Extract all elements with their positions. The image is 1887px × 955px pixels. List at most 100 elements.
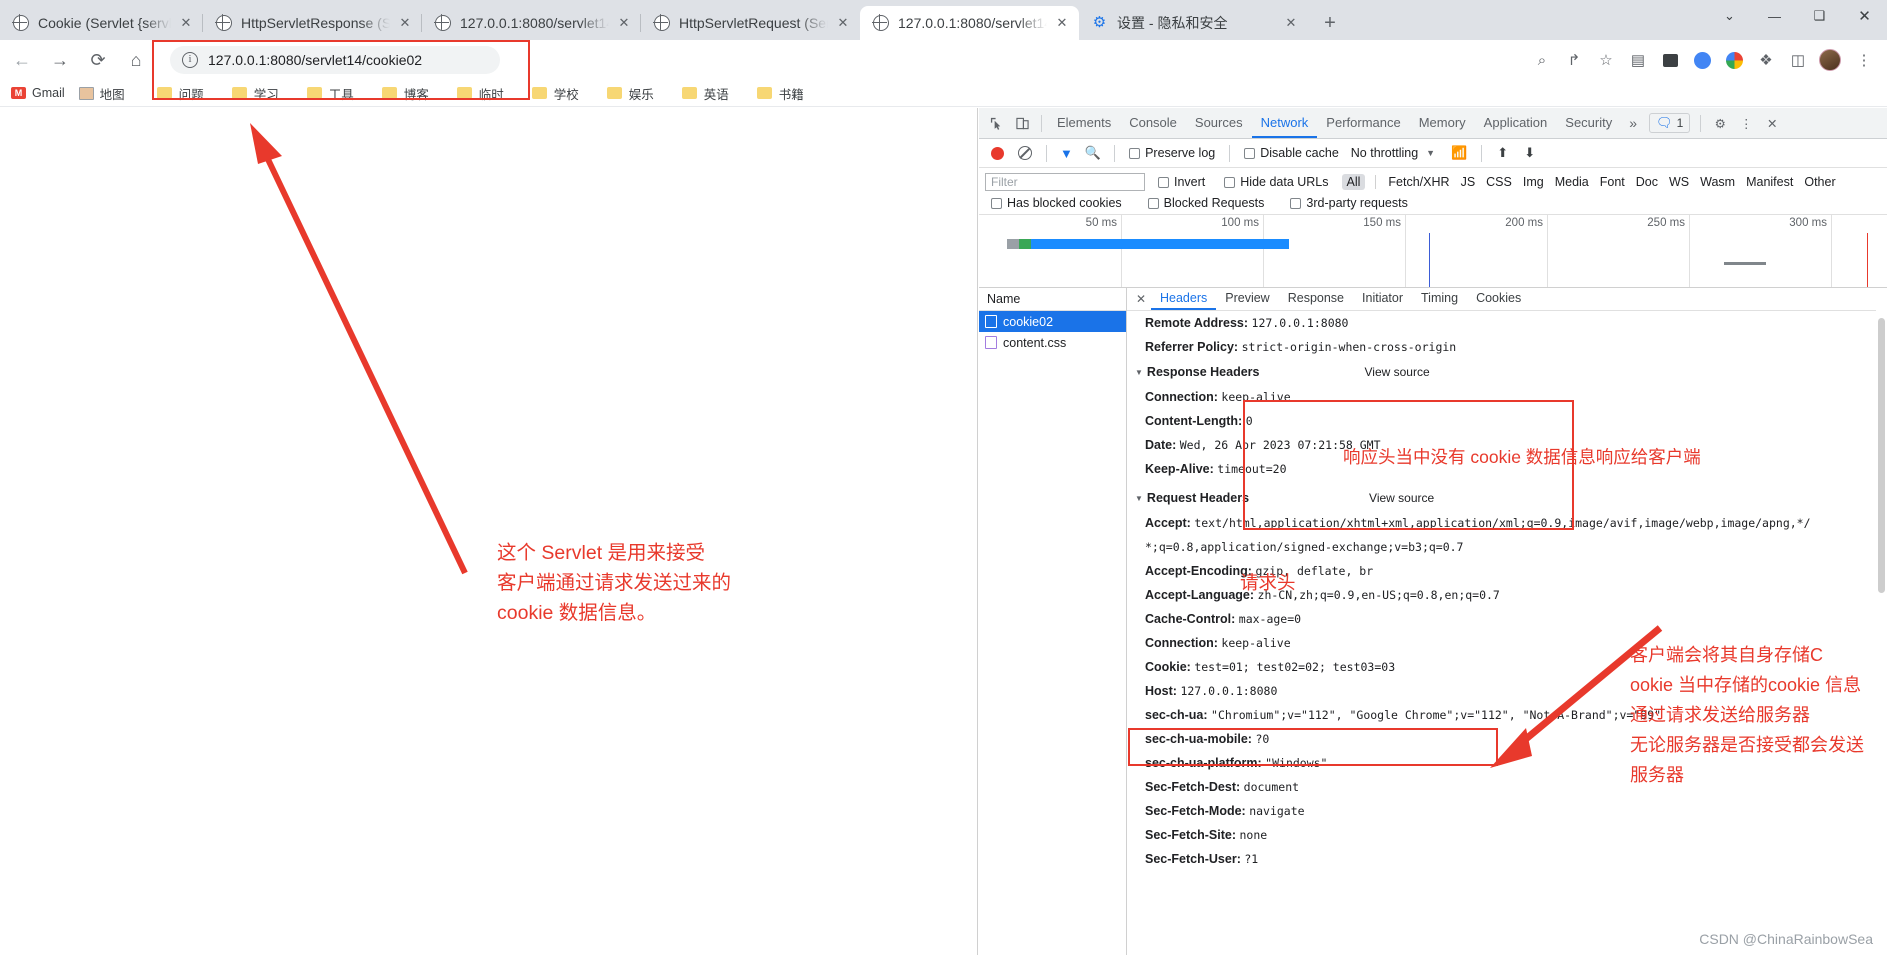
request-row-cookie02[interactable]: cookie02: [979, 311, 1126, 332]
devtools-tab-application[interactable]: Application: [1475, 108, 1557, 138]
browser-tab-0[interactable]: Cookie (Servlet {servlet.sp ✕: [0, 6, 203, 40]
has-blocked-cookies-checkbox[interactable]: Has blocked cookies: [991, 196, 1122, 210]
maximize-button[interactable]: ❑: [1797, 0, 1842, 32]
bookmark-folder-boke[interactable]: 博客: [375, 82, 436, 104]
devtools-tab-memory[interactable]: Memory: [1410, 108, 1475, 138]
filter-type-other[interactable]: Other: [1802, 175, 1837, 189]
clear-network-log-icon[interactable]: [1018, 146, 1032, 160]
tab-close-icon[interactable]: ✕: [396, 14, 414, 32]
response-headers-section-title[interactable]: ▼ Response Headers View source: [1127, 359, 1887, 385]
blocked-requests-checkbox[interactable]: Blocked Requests: [1147, 196, 1264, 210]
address-bar[interactable]: i 127.0.0.1:8080/servlet14/cookie02: [170, 46, 500, 74]
detail-tab-cookies[interactable]: Cookies: [1467, 288, 1530, 310]
share-icon[interactable]: ↱: [1559, 46, 1589, 74]
filter-input[interactable]: Filter: [985, 173, 1145, 191]
bookmark-folder-yule[interactable]: 娱乐: [600, 82, 661, 104]
reading-list-icon[interactable]: ▤: [1623, 46, 1653, 74]
bookmark-folder-linshi[interactable]: 临时: [450, 82, 511, 104]
filter-type-ws[interactable]: WS: [1667, 175, 1691, 189]
bookmark-folder-yingyu[interactable]: 英语: [675, 82, 736, 104]
detail-tab-initiator[interactable]: Initiator: [1353, 288, 1412, 310]
preserve-log-checkbox[interactable]: Preserve log: [1129, 146, 1215, 160]
hide-data-urls-checkbox[interactable]: Hide data URLs: [1224, 175, 1329, 189]
headers-body[interactable]: Remote Address: 127.0.0.1:8080 Referrer …: [1127, 311, 1887, 955]
devtools-tab-security[interactable]: Security: [1556, 108, 1621, 138]
forward-button[interactable]: →: [46, 46, 74, 74]
request-headers-section-title[interactable]: ▼ Request Headers View source: [1127, 481, 1887, 511]
browser-tab-3[interactable]: HttpServletRequest (Serv ✕: [640, 6, 860, 40]
tab-search-icon[interactable]: ⌄: [1707, 0, 1752, 32]
filter-type-manifest[interactable]: Manifest: [1744, 175, 1795, 189]
back-button[interactable]: ←: [8, 46, 36, 74]
network-conditions-icon[interactable]: 📶: [1451, 145, 1467, 161]
bookmark-star-icon[interactable]: ☆: [1591, 46, 1621, 74]
bookmark-maps[interactable]: 地图: [72, 82, 132, 104]
site-info-icon[interactable]: i: [182, 52, 198, 68]
devtools-tab-sources[interactable]: Sources: [1186, 108, 1252, 138]
browser-tab-5[interactable]: ⚙ 设置 - 隐私和安全 ✕: [1079, 6, 1308, 40]
inspect-element-icon[interactable]: [983, 110, 1009, 136]
devtools-settings-icon[interactable]: ⚙: [1707, 110, 1733, 136]
import-har-icon[interactable]: ⬆: [1497, 145, 1508, 161]
throttling-select[interactable]: No throttling: [1351, 146, 1418, 160]
detail-tab-timing[interactable]: Timing: [1412, 288, 1467, 310]
search-icon[interactable]: 🔍: [1085, 145, 1101, 161]
browser-tab-1[interactable]: HttpServletResponse (Ser ✕: [202, 6, 422, 40]
filter-type-media[interactable]: Media: [1553, 175, 1591, 189]
export-har-icon[interactable]: ⬇: [1524, 145, 1535, 161]
blue-extension-icon[interactable]: [1687, 46, 1717, 74]
filter-icon[interactable]: ▼: [1060, 146, 1073, 161]
tab-close-icon[interactable]: ✕: [177, 14, 195, 32]
filter-type-fetch-xhr[interactable]: Fetch/XHR: [1386, 175, 1451, 189]
chevron-down-icon[interactable]: ▼: [1426, 148, 1435, 158]
devtools-kebab-icon[interactable]: ⋮: [1733, 110, 1759, 136]
reload-button[interactable]: ⟳: [84, 46, 112, 74]
headers-scrollbar[interactable]: [1876, 288, 1887, 955]
filter-type-all[interactable]: All: [1341, 174, 1366, 190]
tab-close-icon[interactable]: ✕: [1053, 14, 1071, 32]
bookmark-folder-wenti[interactable]: 问题: [150, 82, 211, 104]
home-button[interactable]: ⌂: [122, 46, 150, 74]
disable-cache-checkbox[interactable]: Disable cache: [1244, 146, 1339, 160]
network-overview-timeline[interactable]: 50 ms 100 ms 150 ms 200 ms 250 ms 300 ms: [979, 215, 1887, 288]
tab-close-icon[interactable]: ✕: [834, 14, 852, 32]
view-source-link[interactable]: View source: [1369, 491, 1434, 505]
chevron-down-icon[interactable]: ▼: [1135, 494, 1143, 503]
bookmark-folder-xuexiao[interactable]: 学校: [525, 82, 586, 104]
filter-type-img[interactable]: Img: [1521, 175, 1546, 189]
browser-tab-4[interactable]: 127.0.0.1:8080/servlet14/ ✕: [860, 6, 1079, 40]
bookmark-folder-shuji[interactable]: 书籍: [750, 82, 811, 104]
tab-close-icon[interactable]: ✕: [615, 14, 633, 32]
bookmark-folder-gongju[interactable]: 工具: [300, 82, 361, 104]
profile-avatar[interactable]: [1819, 49, 1841, 71]
browser-tab-2[interactable]: 127.0.0.1:8080/servlet14/ ✕: [421, 6, 641, 40]
new-tab-button[interactable]: +: [1316, 9, 1344, 37]
devtools-tab-console[interactable]: Console: [1120, 108, 1186, 138]
detail-tab-response[interactable]: Response: [1279, 288, 1353, 310]
device-toolbar-icon[interactable]: [1009, 110, 1035, 136]
filter-type-wasm[interactable]: Wasm: [1698, 175, 1737, 189]
request-row-content-css[interactable]: content.css: [979, 332, 1126, 353]
detail-tab-headers[interactable]: Headers: [1151, 288, 1217, 310]
close-detail-icon[interactable]: ✕: [1131, 292, 1151, 306]
bookmark-folder-xuexi[interactable]: 学习: [225, 82, 286, 104]
devtools-tab-network[interactable]: Network: [1251, 108, 1318, 138]
filter-type-font[interactable]: Font: [1598, 175, 1627, 189]
devtools-close-icon[interactable]: ✕: [1759, 110, 1785, 136]
record-network-log-icon[interactable]: [991, 146, 1004, 160]
extensions-puzzle-icon[interactable]: ❖: [1751, 46, 1781, 74]
filter-type-doc[interactable]: Doc: [1634, 175, 1660, 189]
view-source-link[interactable]: View source: [1364, 365, 1429, 379]
chrome-extension-icon[interactable]: [1719, 46, 1749, 74]
zoom-icon[interactable]: ⌕: [1527, 46, 1557, 74]
dark-extension-icon[interactable]: [1655, 46, 1685, 74]
devtools-tab-performance[interactable]: Performance: [1317, 108, 1409, 138]
devtools-tab-elements[interactable]: Elements: [1048, 108, 1120, 138]
issues-badge[interactable]: 🗨 1: [1649, 113, 1691, 133]
bookmark-gmail[interactable]: Gmail: [4, 82, 72, 104]
filter-type-css[interactable]: CSS: [1484, 175, 1514, 189]
invert-checkbox[interactable]: Invert: [1158, 175, 1205, 189]
filter-type-js[interactable]: JS: [1459, 175, 1478, 189]
tab-close-icon[interactable]: ✕: [1282, 14, 1300, 32]
third-party-requests-checkbox[interactable]: 3rd-party requests: [1290, 196, 1408, 210]
